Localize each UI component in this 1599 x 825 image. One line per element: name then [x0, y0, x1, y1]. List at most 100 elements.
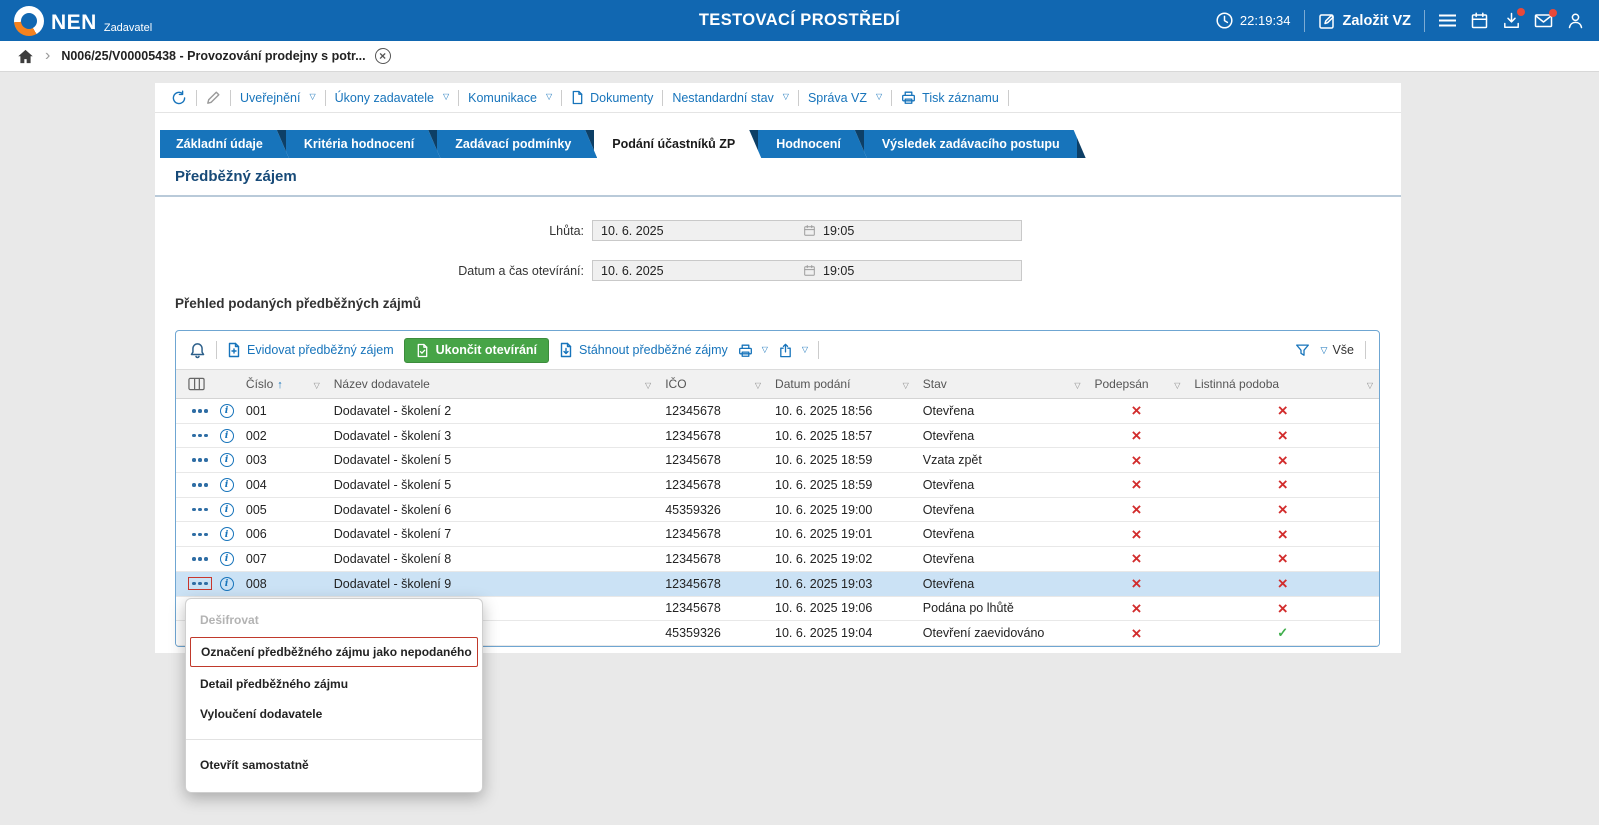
column-chooser-icon [188, 377, 205, 391]
calendar-icon[interactable] [803, 224, 816, 237]
column-filter-caret-icon[interactable] [903, 377, 909, 391]
column-header-ico[interactable]: IČO [657, 370, 767, 398]
column-chooser-header[interactable] [176, 370, 238, 398]
context-menu-item[interactable]: Dešifrovat [186, 605, 482, 635]
row-actions-menu-button[interactable] [188, 528, 212, 542]
table-row[interactable]: 008 Dodavatel - školení 9 12345678 10. 6… [176, 571, 1379, 597]
funnel-icon [1295, 344, 1309, 356]
table-row[interactable]: 006 Dodavatel - školení 7 12345678 10. 6… [176, 522, 1379, 548]
edit-button[interactable] [206, 90, 221, 105]
row-info-icon[interactable] [219, 551, 234, 566]
tab-zadavaci-podminky[interactable]: Zadávací podmínky [428, 130, 597, 158]
tab-hodnoceni[interactable]: Hodnocení [749, 130, 867, 158]
column-filter-caret-icon[interactable] [755, 377, 761, 391]
close-record-icon[interactable] [374, 48, 391, 64]
download-preliminary-interests-button[interactable]: Stáhnout předběžné zájmy [559, 342, 728, 358]
toolbar-item-dokumenty[interactable]: Dokumenty [571, 90, 653, 105]
toolbar-item-tisk-zaznamu[interactable]: Tisk záznamu [901, 90, 999, 105]
finish-opening-button[interactable]: Ukončit otevírání [403, 337, 550, 363]
row-info-icon[interactable] [219, 502, 234, 517]
tab-kriteria-hodnoceni[interactable]: Kritéria hodnocení [277, 130, 440, 158]
row-actions-menu-button[interactable] [188, 404, 212, 418]
column-filter-caret-icon[interactable] [1174, 377, 1180, 391]
cell-listinna-podoba [1186, 575, 1379, 592]
row-info-icon[interactable] [219, 453, 234, 468]
breadcrumb-chevron-icon [45, 47, 50, 65]
export-menu-button[interactable] [778, 343, 808, 358]
main-menu-button[interactable] [1438, 12, 1457, 29]
context-menu-item[interactable]: Označení předběžného zájmu jako nepodané… [190, 637, 478, 667]
calendar-button[interactable] [1470, 11, 1489, 30]
column-filter-caret-icon[interactable] [645, 377, 651, 391]
row-info-icon[interactable] [219, 428, 234, 443]
row-actions-menu-button[interactable] [188, 478, 212, 492]
row-actions-cell [176, 403, 238, 418]
tab-zakladni-udaje[interactable]: Základní údaje [160, 130, 289, 158]
cell-listinna-podoba [1186, 550, 1379, 567]
calendar-icon[interactable] [803, 264, 816, 277]
filter-button[interactable] [1295, 343, 1310, 357]
context-menu-item[interactable]: Detail předběžného zájmu [186, 669, 482, 699]
row-actions-menu-button[interactable] [188, 503, 212, 517]
record-preliminary-interest-button[interactable]: Evidovat předběžný zájem [227, 342, 394, 358]
table-row[interactable]: 003 Dodavatel - školení 5 12345678 10. 6… [176, 448, 1379, 474]
cell-datum-podani: 10. 6. 2025 19:06 [775, 601, 873, 616]
row-info-icon[interactable] [219, 527, 234, 542]
profile-button[interactable] [1566, 11, 1585, 30]
cell-stav: Otevřena [922, 502, 975, 517]
row-actions-menu-button[interactable] [188, 576, 212, 591]
row-info-icon[interactable] [219, 477, 234, 492]
row-info-icon[interactable] [219, 576, 234, 591]
row-actions-menu-button[interactable] [188, 453, 212, 467]
context-menu-item[interactable]: Vyloučení dodavatele [186, 699, 482, 729]
otevirani-field[interactable]: 10. 6. 2025 19:05 [592, 260, 1022, 281]
cell-ico: 12345678 [665, 527, 721, 542]
table-row[interactable]: 004 Dodavatel - školení 5 12345678 10. 6… [176, 473, 1379, 498]
downloads-button[interactable] [1502, 8, 1525, 30]
row-info-icon[interactable] [219, 403, 234, 418]
lhuta-field[interactable]: 10. 6. 2025 19:05 [592, 220, 1022, 241]
column-filter-caret-icon[interactable] [1074, 377, 1080, 391]
column-header-nazev-dodavatele[interactable]: Název dodavatele [326, 370, 657, 398]
lhuta-date-value[interactable]: 10. 6. 2025 [593, 224, 803, 238]
toolbar-item-sprava-vz[interactable]: Správa VZ [808, 91, 882, 105]
open-record-tab[interactable]: N006/25/V00005438 - Provozování prodejny… [61, 48, 391, 64]
column-filter-caret-icon[interactable] [314, 377, 320, 391]
home-button[interactable] [17, 49, 34, 64]
notifications-button[interactable] [189, 342, 206, 359]
history-button[interactable] [171, 90, 187, 106]
table-row[interactable]: 002 Dodavatel - školení 3 12345678 10. 6… [176, 423, 1379, 449]
cell-cislo: 004 [245, 477, 267, 492]
cell-ico: 45359326 [665, 626, 721, 641]
lhuta-time-value[interactable]: 19:05 [816, 224, 1021, 238]
table-row[interactable]: 005 Dodavatel - školení 6 45359326 10. 6… [176, 497, 1379, 523]
messages-button[interactable] [1534, 9, 1557, 29]
toolbar-item-ukony-zadavatele[interactable]: Úkony zadavatele [335, 91, 450, 105]
column-header-stav[interactable]: Stav [915, 370, 1087, 398]
document-download-icon [560, 342, 572, 358]
create-vz-button[interactable]: Založit VZ [1318, 12, 1411, 30]
table-row[interactable]: 001 Dodavatel - školení 2 12345678 10. 6… [176, 399, 1379, 424]
column-label: IČO [665, 377, 687, 391]
toolbar-item-komunikace[interactable]: Komunikace [468, 91, 552, 105]
toolbar-item-uverejneni[interactable]: Uveřejnění [240, 91, 316, 105]
toolbar-item-nestandardni-stav[interactable]: Nestandardní stav [672, 91, 789, 105]
brand[interactable]: NEN Zadavatel [14, 5, 229, 36]
context-menu-item[interactable]: Otevřít samostatně [186, 750, 482, 780]
column-filter-caret-icon[interactable] [1367, 377, 1373, 391]
column-header-podepsan[interactable]: Podepsán [1087, 370, 1187, 398]
column-header-datum-podani[interactable]: Datum podání [767, 370, 915, 398]
table-row[interactable]: 007 Dodavatel - školení 8 12345678 10. 6… [176, 547, 1379, 572]
otevirani-date-value[interactable]: 10. 6. 2025 [593, 264, 803, 278]
filter-view-selector[interactable]: Vše [1321, 343, 1354, 357]
print-menu-button[interactable] [738, 343, 768, 358]
cell-podepsan [1087, 402, 1187, 419]
column-header-listinna-podoba[interactable]: Listinná podoba [1186, 370, 1379, 398]
otevirani-time-value[interactable]: 19:05 [816, 264, 1021, 278]
tab-vysledek-zadavaciho-postupu[interactable]: Výsledek zadávacího postupu [855, 130, 1086, 158]
record-toolbar: Uveřejnění Úkony zadavatele Komunikace D… [155, 83, 1401, 113]
row-actions-menu-button[interactable] [188, 429, 212, 443]
column-header-cislo[interactable]: Číslo [238, 370, 326, 398]
tab-podani-ucastniku-zp[interactable]: Podání účastníků ZP [585, 130, 761, 158]
row-actions-menu-button[interactable] [188, 552, 212, 566]
